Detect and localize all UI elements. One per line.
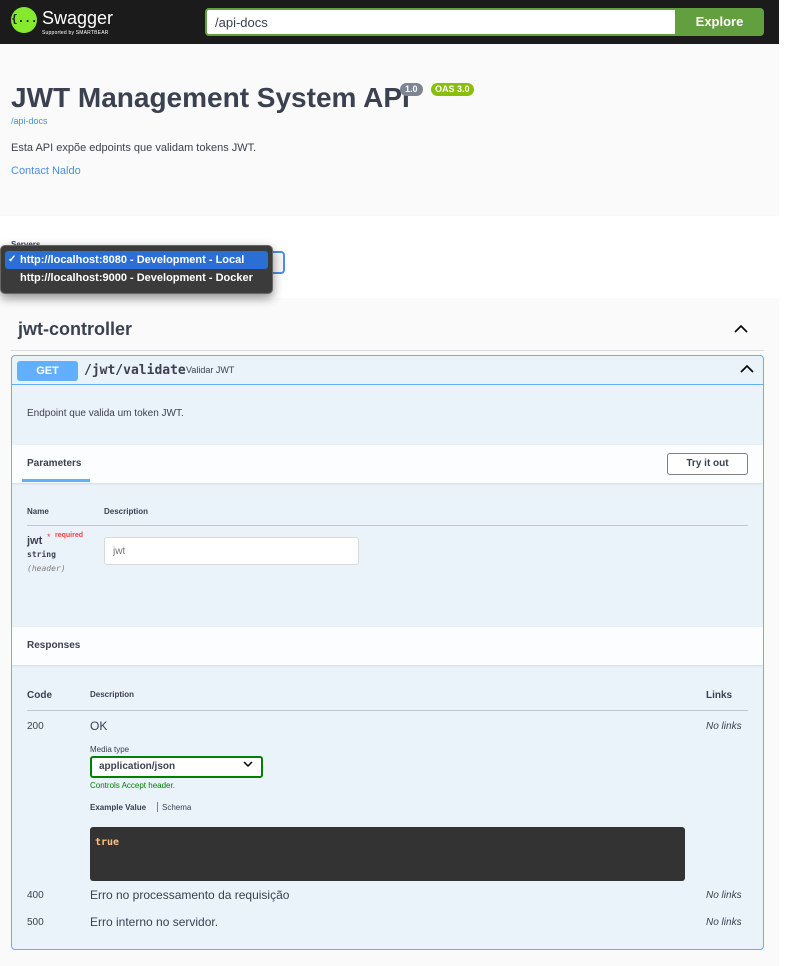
column-description-header: Description (90, 690, 135, 699)
top-bar: {...} Swagger Supported by SMARTBEAR Exp… (0, 0, 779, 44)
logo-subtitle: Supported by SMARTBEAR (42, 30, 109, 36)
media-type-label: Media type (90, 745, 130, 754)
chevron-down-icon (243, 760, 253, 771)
column-description-header: Description (104, 507, 149, 516)
tab-separator (157, 802, 158, 812)
response-links: No links (706, 721, 742, 732)
response-description: Erro interno no servidor. (90, 915, 219, 929)
parameter-name: jwt (27, 535, 43, 547)
example-body: true (95, 837, 120, 848)
version-badge: 1.0 (400, 83, 423, 96)
response-code: 500 (27, 917, 44, 928)
column-code-header: Code (27, 690, 52, 701)
window-edge (779, 0, 786, 966)
server-option-9000[interactable]: http://localhost:9000 - Development - Do… (5, 269, 268, 287)
logo-name: Swagger (42, 8, 114, 28)
oas-badge: OAS 3.0 (431, 83, 474, 96)
response-links: No links (706, 890, 742, 901)
method-badge: GET (17, 361, 78, 381)
chevron-up-icon[interactable] (734, 321, 748, 337)
api-docs-link[interactable]: /api-docs (11, 116, 48, 126)
parameter-location: (header) (27, 564, 66, 573)
jwt-parameter-input[interactable] (104, 537, 359, 565)
explore-button[interactable]: Explore (675, 8, 764, 36)
tab-schema[interactable]: Schema (162, 803, 191, 812)
server-option-label: http://localhost:8080 - Development - Lo… (20, 254, 245, 266)
response-links: No links (706, 917, 742, 928)
api-title: JWT Management System API (11, 82, 410, 113)
media-type-value: application/json (99, 761, 176, 772)
operation-summary[interactable]: GET /jwt/validate Validar JWT (12, 356, 763, 385)
operation-summary-text: Validar JWT (186, 365, 235, 375)
responses-title: Responses (27, 640, 81, 651)
tag-header[interactable]: jwt-controller (11, 315, 764, 351)
swagger-logo-icon[interactable]: {...} (11, 7, 45, 33)
url-input[interactable] (205, 8, 675, 36)
divider (27, 710, 748, 711)
check-icon: ✓ (8, 254, 17, 265)
operation-path: /jwt/validate (84, 363, 186, 378)
divider (27, 525, 748, 526)
required-star: * (47, 532, 51, 542)
server-option-8080[interactable]: ✓ http://localhost:8080 - Development - … (5, 251, 268, 269)
responses-header: Responses (12, 627, 763, 665)
operations-section: jwt-controller GET /jwt/validate Validar… (0, 298, 779, 966)
response-code: 400 (27, 890, 44, 901)
response-description: Erro no processamento da requisição (90, 888, 290, 902)
parameter-type: string (27, 550, 56, 559)
api-description: Esta API expõe edpoints que validam toke… (11, 142, 257, 154)
info-section: JWT Management System API 1.0 OAS 3.0 /a… (0, 44, 779, 216)
tag-name: jwt-controller (18, 319, 133, 339)
column-links-header: Links (706, 690, 733, 701)
example-code-block: true (90, 827, 685, 881)
controls-accept-note: Controls Accept header. (90, 781, 175, 790)
response-code: 200 (27, 721, 44, 732)
server-dropdown-menu: ✓ http://localhost:8080 - Development - … (0, 245, 273, 294)
server-option-label: http://localhost:9000 - Development - Do… (20, 272, 253, 284)
response-description: OK (90, 719, 108, 733)
column-name-header: Name (27, 507, 49, 516)
media-type-select[interactable]: application/json (90, 756, 263, 778)
chevron-up-icon[interactable] (740, 361, 754, 377)
tab-parameters[interactable]: Parameters (27, 458, 81, 469)
operation-description: Endpoint que valida um token JWT. (27, 408, 184, 419)
parameters-header: Parameters Try it out (12, 445, 763, 483)
logo-glyph: {...} (11, 12, 45, 25)
contact-link[interactable]: Contact Naldo (11, 165, 81, 177)
tab-underline (22, 479, 90, 482)
operation-block: GET /jwt/validate Validar JWT Endpoint q… (11, 355, 764, 950)
tab-example-value[interactable]: Example Value (90, 803, 146, 812)
required-label: required (55, 532, 84, 539)
try-it-out-button[interactable]: Try it out (667, 453, 748, 475)
